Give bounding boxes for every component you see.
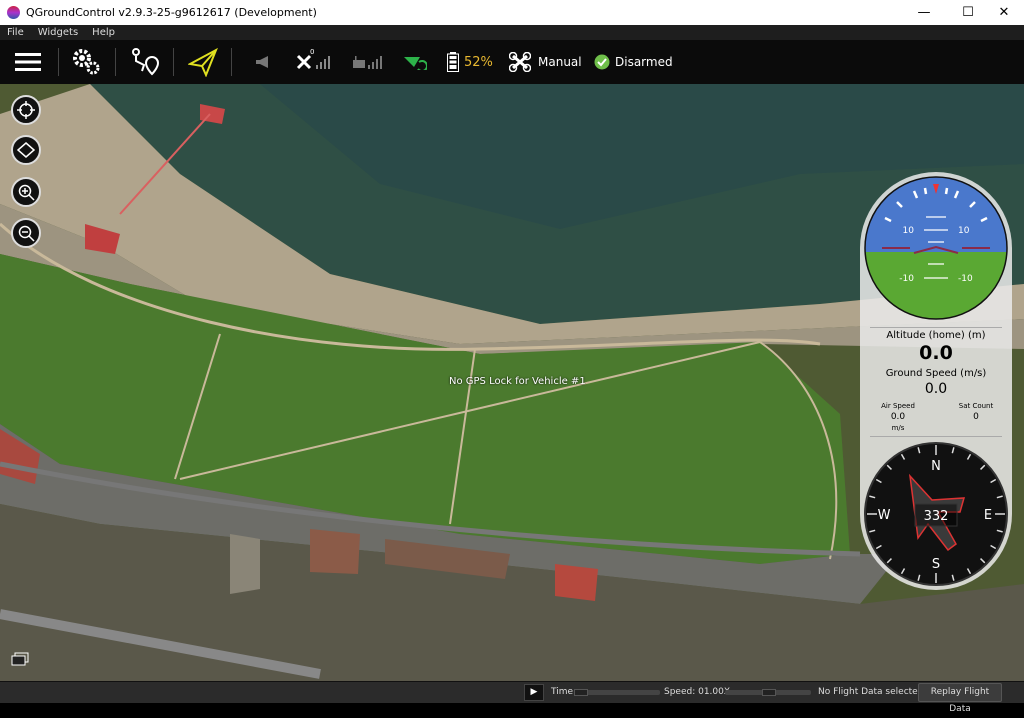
- zoom-in-icon: [18, 184, 35, 201]
- satellite-icon: [296, 54, 312, 70]
- pitch-label: -10: [899, 274, 914, 284]
- air-speed-value: 0.0: [890, 412, 906, 422]
- window-title: QGroundControl v2.9.3-25-g9612617 (Devel…: [26, 6, 317, 19]
- time-label: Time: [551, 687, 574, 697]
- battery-icon: [447, 52, 459, 72]
- compass-n: N: [931, 459, 941, 474]
- instrument-panel: 10 10 -10 -10 Altitude (home) (m) 0.0 Gr…: [860, 172, 1012, 590]
- time-slider[interactable]: [574, 689, 660, 696]
- compass-s: S: [932, 557, 940, 572]
- fly-button[interactable]: [188, 40, 218, 84]
- telemetry-indicator[interactable]: [403, 40, 427, 84]
- messages-indicator[interactable]: [254, 40, 272, 84]
- compass-e: E: [984, 508, 992, 523]
- compass: 332 N E S W: [864, 442, 1008, 586]
- rc-transmitter-icon: [353, 56, 365, 68]
- signal-bars-icon: [316, 56, 331, 69]
- zoom-in-button[interactable]: [11, 177, 41, 207]
- gears-icon: [73, 49, 100, 75]
- gps-count: 0: [310, 48, 315, 56]
- plan-button[interactable]: [130, 40, 160, 84]
- replay-flight-data-button[interactable]: Replay Flight Data: [918, 683, 1002, 714]
- sat-count-label: Sat Count: [958, 402, 994, 410]
- hamburger-icon: [15, 53, 41, 71]
- check-circle-icon: [594, 54, 610, 70]
- route-icon: [132, 48, 160, 76]
- arm-status[interactable]: Disarmed: [594, 40, 673, 84]
- paper-plane-icon: [188, 47, 218, 77]
- menu-file[interactable]: File: [7, 27, 24, 38]
- gps-indicator[interactable]: 0: [296, 40, 331, 84]
- menu-widgets[interactable]: Widgets: [38, 27, 78, 38]
- megaphone-icon: [256, 56, 268, 68]
- sat-count-value: 0: [973, 412, 979, 422]
- telemetry-icon: [404, 57, 427, 70]
- menu-button[interactable]: [15, 40, 41, 84]
- zoom-out-button[interactable]: [11, 218, 41, 248]
- ground-speed-value: 0.0: [924, 381, 948, 397]
- replay-status: No Flight Data selected..: [818, 687, 930, 697]
- speed-slider[interactable]: [725, 689, 811, 696]
- layers-icon: [17, 142, 35, 158]
- pitch-label: -10: [958, 274, 973, 284]
- arm-status-label: Disarmed: [615, 55, 673, 69]
- zoom-out-icon: [18, 225, 35, 242]
- signal-bars-icon: [368, 56, 382, 69]
- minimize-button[interactable]: —: [906, 0, 942, 25]
- ground-speed-label: Ground Speed (m/s): [885, 368, 987, 379]
- close-button[interactable]: ✕: [986, 0, 1022, 25]
- map-type-button[interactable]: [11, 135, 41, 165]
- menu-bar: File Widgets Help: [0, 25, 1024, 40]
- replay-bar: ▶ Time Speed: 01.00X No Flight Data sele…: [0, 681, 1024, 714]
- play-icon: ▶: [530, 687, 538, 697]
- battery-percent: 52%: [464, 54, 493, 70]
- flight-mode: Manual: [538, 55, 582, 69]
- title-bar: QGroundControl v2.9.3-25-g9612617 (Devel…: [0, 0, 1024, 25]
- pitch-label: 10: [958, 226, 970, 236]
- quadcopter-icon: [509, 52, 531, 72]
- center-map-button[interactable]: [11, 95, 41, 125]
- speed-label: Speed: 01.00X: [664, 687, 731, 697]
- heading-value: 332: [924, 509, 949, 524]
- air-speed-unit: m/s: [891, 424, 905, 432]
- battery-indicator[interactable]: 52%: [447, 40, 493, 84]
- toolbar: 0 52% Manual Disarmed: [0, 40, 1024, 84]
- flight-mode-selector[interactable]: Manual: [509, 40, 582, 84]
- pitch-label: 10: [903, 226, 915, 236]
- menu-help[interactable]: Help: [92, 27, 115, 38]
- attitude-indicator: 10 10 -10 -10: [864, 176, 1008, 320]
- no-gps-message: No GPS Lock for Vehicle #1: [449, 376, 586, 387]
- pip-toggle-button[interactable]: [11, 651, 29, 670]
- windows-icon: [11, 652, 29, 666]
- compass-w: W: [878, 508, 891, 523]
- air-speed-label: Air Speed: [881, 402, 915, 410]
- altitude-value: 0.0: [919, 342, 953, 364]
- maximize-button[interactable]: ☐: [950, 0, 986, 25]
- crosshair-icon: [17, 101, 35, 119]
- play-button[interactable]: ▶: [524, 684, 544, 701]
- rc-indicator[interactable]: [352, 40, 382, 84]
- altitude-label: Altitude (home) (m): [886, 330, 986, 341]
- app-icon: [7, 6, 20, 19]
- settings-button[interactable]: [72, 40, 102, 84]
